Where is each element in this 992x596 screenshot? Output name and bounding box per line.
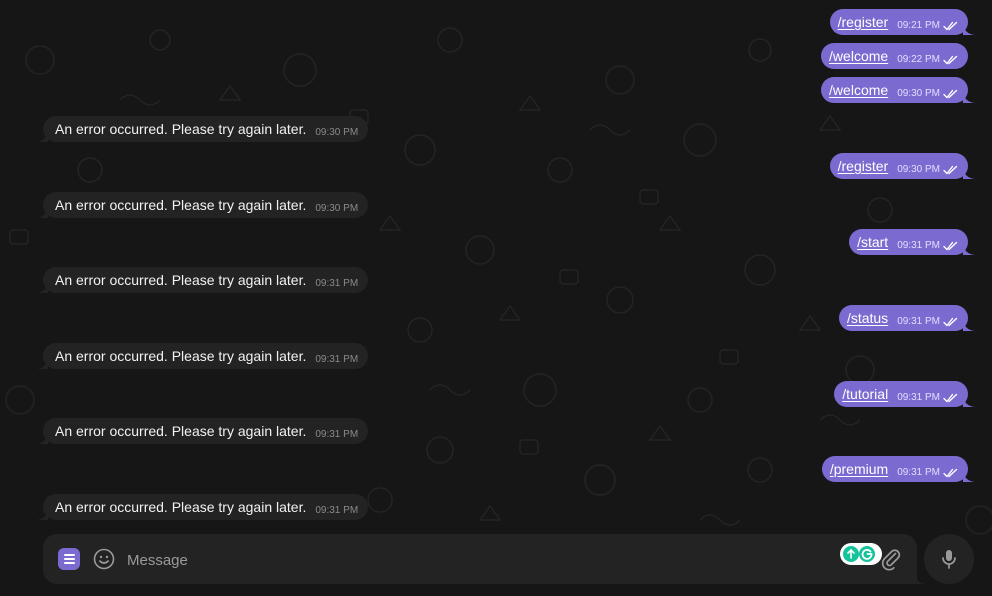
message-time: 09:31 PM bbox=[315, 429, 359, 440]
message-command-link[interactable]: /premium bbox=[830, 461, 888, 477]
double-check-icon bbox=[943, 165, 958, 174]
message-composer bbox=[43, 534, 926, 584]
outgoing-message[interactable]: /welcome 09:22 PM bbox=[821, 43, 968, 69]
message-time: 09:31 PM bbox=[897, 240, 940, 251]
message-text: An error occurred. Please try again late… bbox=[55, 272, 307, 288]
bubble-tail bbox=[963, 470, 975, 482]
message-time: 09:31 PM bbox=[897, 467, 940, 478]
message-text: An error occurred. Please try again late… bbox=[55, 348, 307, 364]
outgoing-message[interactable]: /register 09:30 PM bbox=[829, 153, 975, 179]
message-time: 09:30 PM bbox=[897, 164, 940, 175]
message-text: An error occurred. Please try again late… bbox=[55, 499, 307, 515]
message-command-link[interactable]: /status bbox=[847, 310, 888, 326]
bubble-tail bbox=[36, 508, 48, 520]
message-command-link[interactable]: /start bbox=[857, 234, 888, 250]
incoming-message[interactable]: An error occurred. Please try again late… bbox=[36, 267, 369, 293]
bubble-tail bbox=[963, 243, 975, 255]
incoming-message[interactable]: An error occurred. Please try again late… bbox=[36, 192, 369, 218]
bubble-tail bbox=[36, 206, 48, 218]
bubble-tail bbox=[963, 23, 975, 35]
message-time: 09:31 PM bbox=[315, 354, 359, 365]
message-command-link[interactable]: /welcome bbox=[829, 48, 888, 64]
message-time: 09:31 PM bbox=[315, 505, 359, 516]
double-check-icon bbox=[943, 317, 958, 326]
incoming-message[interactable]: An error occurred. Please try again late… bbox=[36, 116, 369, 142]
message-input[interactable] bbox=[125, 545, 829, 575]
message-time: 09:31 PM bbox=[315, 278, 359, 289]
message-command-link[interactable]: /register bbox=[838, 158, 889, 174]
composer-tail bbox=[914, 572, 926, 584]
grammarly-extension-icon[interactable] bbox=[840, 543, 882, 565]
bubble-tail bbox=[963, 395, 975, 407]
bubble-tail bbox=[36, 432, 48, 444]
microphone-button[interactable] bbox=[924, 534, 974, 584]
double-check-icon bbox=[943, 393, 958, 402]
outgoing-message[interactable]: /welcome 09:30 PM bbox=[821, 77, 975, 103]
message-time: 09:30 PM bbox=[897, 88, 940, 99]
incoming-message[interactable]: An error occurred. Please try again late… bbox=[36, 494, 369, 520]
outgoing-message[interactable]: /status 09:31 PM bbox=[838, 305, 975, 331]
message-command-link[interactable]: /tutorial bbox=[842, 386, 888, 402]
message-time: 09:30 PM bbox=[315, 127, 359, 138]
message-time: 09:22 PM bbox=[897, 54, 940, 65]
microphone-icon bbox=[942, 550, 956, 569]
message-time: 09:21 PM bbox=[897, 20, 940, 31]
bubble-tail bbox=[36, 130, 48, 142]
smiley-icon[interactable] bbox=[92, 547, 116, 571]
message-text: An error occurred. Please try again late… bbox=[55, 121, 307, 137]
message-text: An error occurred. Please try again late… bbox=[55, 197, 307, 213]
incoming-message[interactable]: An error occurred. Please try again late… bbox=[36, 418, 369, 444]
double-check-icon bbox=[943, 468, 958, 477]
outgoing-message[interactable]: /tutorial 09:31 PM bbox=[834, 381, 975, 407]
bubble-tail bbox=[36, 281, 48, 293]
double-check-icon bbox=[943, 21, 958, 30]
message-command-link[interactable]: /register bbox=[838, 14, 889, 30]
double-check-icon bbox=[943, 241, 958, 250]
outgoing-message[interactable]: /start 09:31 PM bbox=[849, 229, 975, 255]
outgoing-message[interactable]: /premium 09:31 PM bbox=[821, 456, 975, 482]
double-check-icon bbox=[943, 55, 958, 64]
double-check-icon bbox=[943, 89, 958, 98]
message-command-link[interactable]: /welcome bbox=[829, 82, 888, 98]
paperclip-icon[interactable] bbox=[879, 547, 903, 571]
bubble-tail bbox=[963, 319, 975, 331]
bubble-tail bbox=[963, 91, 975, 103]
bubble-tail bbox=[963, 167, 975, 179]
incoming-message[interactable]: An error occurred. Please try again late… bbox=[36, 343, 369, 369]
message-time: 09:31 PM bbox=[897, 316, 940, 327]
message-text: An error occurred. Please try again late… bbox=[55, 423, 307, 439]
bot-menu-icon[interactable] bbox=[58, 548, 80, 570]
outgoing-message[interactable]: /register 09:21 PM bbox=[829, 9, 975, 35]
message-time: 09:30 PM bbox=[315, 203, 359, 214]
message-time: 09:31 PM bbox=[897, 392, 940, 403]
bubble-tail bbox=[36, 357, 48, 369]
